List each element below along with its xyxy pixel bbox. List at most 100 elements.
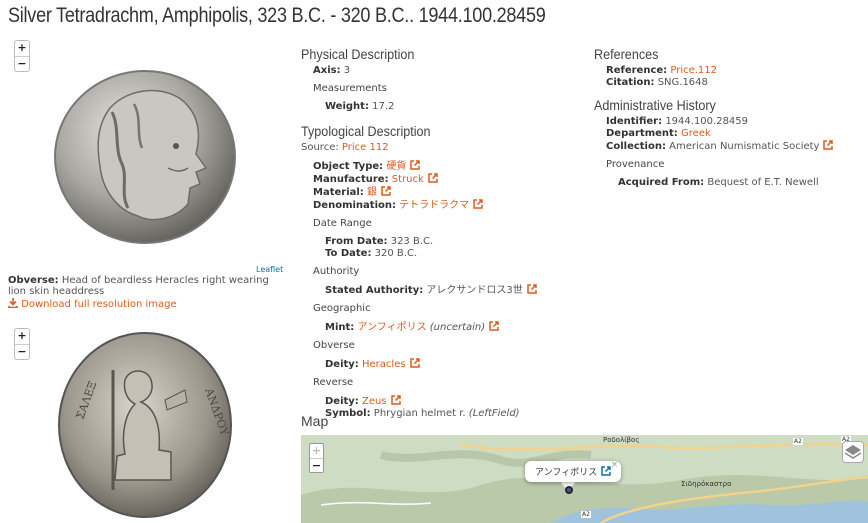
citation-label: Citation: — [606, 77, 655, 88]
to-date-label: To Date: — [325, 248, 372, 259]
physical-heading: Physical Description — [301, 46, 415, 62]
identifier-label: Identifier: — [606, 116, 663, 127]
external-link-icon[interactable] — [489, 321, 499, 331]
road-label: A2 — [793, 438, 803, 445]
mint-note: (uncertain) — [429, 322, 486, 333]
road-label: A2 — [581, 511, 591, 518]
material-row: Material: 銀 — [301, 186, 581, 199]
layers-icon — [844, 445, 862, 459]
from-date-value: 323 B.C. — [390, 236, 434, 247]
material-label: Material: — [313, 187, 364, 198]
from-date-label: From Date: — [325, 236, 388, 247]
obverse-heading: Obverse — [313, 340, 355, 351]
denomination-link[interactable]: テトラドラクマ — [399, 200, 469, 211]
symbol-row: Symbol: Phrygian helmet r. (LeftField) — [301, 408, 581, 420]
external-link-icon[interactable] — [473, 199, 483, 209]
references-heading: References — [594, 46, 659, 62]
zoom-in-button[interactable]: + — [15, 329, 29, 344]
denomination-row: Denomination: テトラドラクマ — [301, 199, 581, 212]
collection-value: American Numismatic Society — [669, 141, 820, 152]
obverse-coin-image[interactable] — [50, 68, 240, 246]
manufacture-row: Manufacture: Struck — [301, 173, 581, 186]
weight-value: 17.2 — [372, 101, 395, 112]
external-link-icon[interactable] — [409, 358, 420, 368]
download-label: Download full resolution image — [21, 299, 177, 310]
stated-authority-value: アレクサンドロス3世 — [426, 285, 523, 296]
map-marker[interactable] — [565, 486, 573, 494]
to-date-value: 320 B.C. — [374, 248, 418, 259]
source-link[interactable]: Price 112 — [342, 142, 389, 153]
symbol-note: (LeftField) — [468, 408, 520, 419]
reverse-deity-row: Deity: Zeus — [301, 395, 581, 408]
source-row: Source: Price 112 — [301, 142, 581, 154]
download-icon — [8, 298, 18, 309]
obverse-deity-link[interactable]: Heracles — [362, 359, 406, 370]
reverse-deity-link[interactable]: Zeus — [362, 396, 387, 407]
axis-value: 3 — [343, 65, 351, 76]
zoom-out-button[interactable]: − — [15, 56, 29, 71]
popup-link[interactable]: アンフィポリス — [535, 468, 597, 478]
mint-row: Mint: アンフィポリス (uncertain) — [301, 321, 581, 334]
obverse-deity-row: Deity: Heracles — [301, 358, 581, 371]
map-popup: アンフィポリス × — [525, 460, 622, 482]
reference-link[interactable]: Price.112 — [670, 65, 717, 76]
manufacture-label: Manufacture: — [313, 174, 389, 185]
citation-value: SNG.1648 — [657, 77, 708, 88]
reverse-coin-image[interactable]: ΣΑΛΕΞ ΑΝΔΡΟΥ — [55, 330, 235, 520]
map[interactable]: + − Ροδολίβος Σιδηρόκαστρο A2 A2 A2 アンフィ… — [301, 435, 868, 523]
collection-row: Collection: American Numismatic Society — [594, 140, 864, 153]
map-heading: Map — [301, 413, 329, 429]
acquired-value: Bequest of E.T. Newell — [707, 177, 819, 188]
popup-close-button[interactable]: × — [611, 460, 619, 470]
page-title: Silver Tetradrachm, Amphipolis, 323 B.C.… — [8, 4, 546, 27]
denomination-label: Denomination: — [313, 200, 396, 211]
reverse-heading: Reverse — [313, 377, 354, 388]
date-range-heading: Date Range — [313, 218, 372, 229]
reference-label: Reference: — [606, 65, 668, 76]
weight-label: Weight: — [325, 101, 369, 112]
acquired-row: Acquired From: Bequest of E.T. Newell — [594, 177, 864, 189]
stated-authority-label: Stated Authority: — [325, 285, 424, 296]
material-link[interactable]: 銀 — [367, 187, 377, 198]
leaflet-attribution[interactable]: Leaflet — [256, 265, 283, 274]
identifier-value: 1944.100.28459 — [665, 116, 749, 127]
reverse-zoom-control: + − — [14, 328, 30, 360]
place-label: Σιδηρόκαστρο — [681, 480, 732, 488]
mint-link[interactable]: アンフィポリス — [357, 322, 426, 333]
reverse-deity-label: Deity: — [325, 396, 359, 407]
object-type-link[interactable]: 硬貨 — [386, 161, 406, 172]
source-label: Source: — [301, 142, 339, 153]
axis-label: Axis: — [313, 65, 341, 76]
acquired-label: Acquired From: — [618, 177, 705, 188]
map-zoom-control: + − — [309, 443, 324, 473]
obverse-deity-label: Deity: — [325, 359, 359, 370]
citation-row: Citation: SNG.1648 — [594, 77, 864, 89]
axis-row: Axis: 3 — [301, 65, 581, 77]
external-link-icon[interactable] — [428, 173, 438, 183]
mint-label: Mint: — [325, 322, 355, 333]
manufacture-link[interactable]: Struck — [392, 174, 424, 185]
zoom-in-button[interactable]: + — [15, 41, 29, 56]
geographic-heading: Geographic — [313, 303, 371, 314]
obverse-caption: Obverse: Head of beardless Heracles righ… — [8, 275, 288, 297]
symbol-label: Symbol: — [325, 408, 371, 419]
department-label: Department: — [606, 128, 678, 139]
external-link-icon[interactable] — [390, 395, 401, 405]
object-type-label: Object Type: — [313, 161, 384, 172]
external-link-icon[interactable] — [823, 140, 834, 150]
external-link-icon[interactable] — [410, 160, 421, 170]
external-link-icon[interactable] — [381, 186, 391, 196]
download-link[interactable]: Download full resolution image — [8, 298, 177, 310]
department-link[interactable]: Greek — [681, 128, 711, 139]
department-row: Department: Greek — [594, 128, 864, 140]
identifier-row: Identifier: 1944.100.28459 — [594, 116, 864, 128]
reference-row: Reference: Price.112 — [594, 65, 864, 77]
map-zoom-in-button[interactable]: + — [310, 444, 323, 458]
place-label: Ροδολίβος — [603, 436, 640, 444]
admin-heading: Administrative History — [594, 97, 716, 113]
obverse-zoom-control: + − — [14, 40, 30, 72]
zoom-out-button[interactable]: − — [15, 344, 29, 359]
layers-button[interactable] — [842, 441, 864, 463]
external-link-icon[interactable] — [527, 284, 537, 294]
map-zoom-out-button[interactable]: − — [310, 458, 323, 472]
